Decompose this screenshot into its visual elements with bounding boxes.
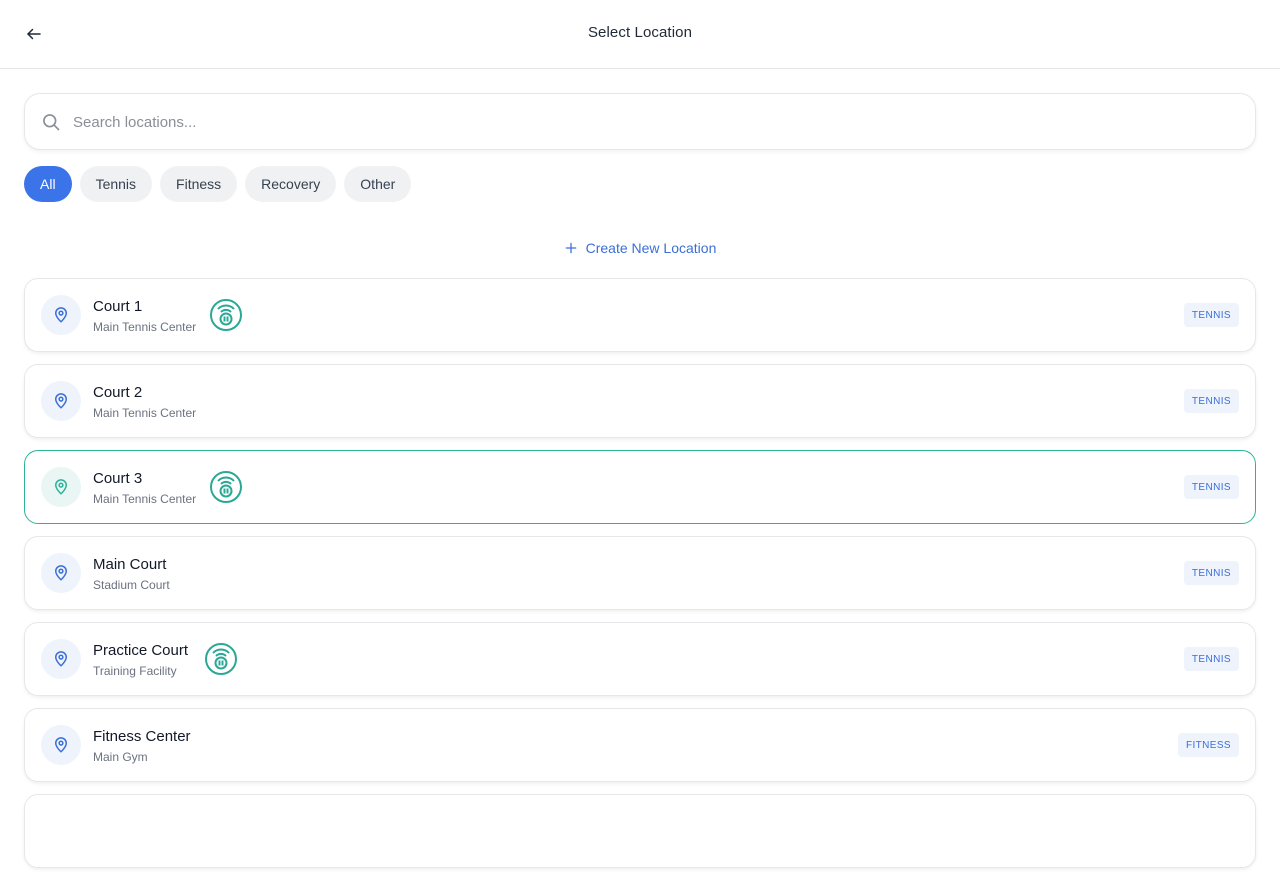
location-name: Practice Court [93,642,189,659]
location-avatar [41,295,81,335]
location-card[interactable]: Court 1 Main Tennis Center TENNIS [24,278,1256,352]
page-title: Select Location [587,24,693,41]
location-card[interactable]: Practice Court Training Facility TENNIS [24,622,1256,696]
map-pin-icon [54,307,68,323]
location-card[interactable]: Fitness Center Main Gym FITNESS [24,708,1256,782]
location-avatar [41,725,81,765]
filter-chips: All Tennis Fitness Recovery Other [24,166,412,202]
location-card[interactable]: Court 2 Main Tennis Center TENNIS [24,364,1256,438]
map-pin-icon [54,565,68,581]
filter-chip-recovery[interactable]: Recovery [245,166,337,202]
category-badge: TENNIS [1183,303,1239,327]
category-badge: TENNIS [1183,647,1239,671]
location-subtitle: Stadium Court [93,578,170,592]
location-name: Fitness Center [93,728,191,745]
location-list: Court 1 Main Tennis Center TENNIS Court … [24,278,1256,880]
category-badge: TENNIS [1183,561,1239,585]
category-badge: FITNESS [1177,733,1239,757]
location-avatar [41,639,81,679]
location-name: Main Court [93,556,167,573]
search-box [24,93,1256,150]
map-pin-icon [54,737,68,753]
location-subtitle: Training Facility [93,664,177,678]
location-name: Court 2 [93,384,143,401]
filter-chip-tennis[interactable]: Tennis [79,166,153,202]
map-pin-icon [54,651,68,667]
filter-chip-other[interactable]: Other [344,166,412,202]
location-name: Court 1 [93,298,143,315]
create-new-location-button[interactable]: Create New Location [0,238,1280,258]
location-card-selected[interactable]: Court 3 Main Tennis Center TENNIS [24,450,1256,524]
map-pin-icon [54,393,68,409]
location-subtitle: Main Tennis Center [93,492,197,506]
category-badge: TENNIS [1183,475,1239,499]
header: Select Location [0,0,1280,69]
location-subtitle: Main Tennis Center [93,406,197,420]
sensor-icon [210,471,242,503]
sensor-icon [205,643,237,675]
location-card-partial[interactable] [24,794,1256,868]
filter-chip-all[interactable]: All [24,166,72,202]
map-pin-icon [54,479,68,495]
location-avatar [41,553,81,593]
location-card[interactable]: Main Court Stadium Court TENNIS [24,536,1256,610]
location-subtitle: Main Tennis Center [93,320,197,334]
sensor-icon [210,299,242,331]
location-avatar [41,467,81,507]
location-name: Court 3 [93,470,143,487]
search-icon [43,114,60,131]
filter-chip-fitness[interactable]: Fitness [160,166,238,202]
location-avatar [41,381,81,421]
create-new-location-label: Create New Location [585,240,717,256]
category-badge: TENNIS [1183,389,1239,413]
search-input[interactable] [73,102,1233,142]
location-subtitle: Main Gym [93,750,148,764]
plus-icon [565,242,576,254]
